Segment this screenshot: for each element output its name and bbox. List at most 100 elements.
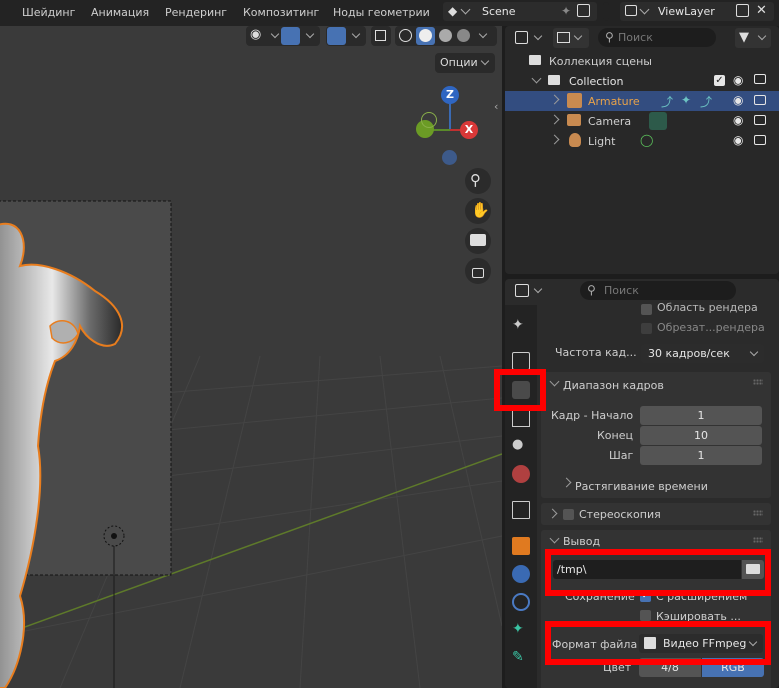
menu-rendering[interactable]: Рендеринг xyxy=(165,6,227,19)
eye-icon[interactable]: ◉ xyxy=(733,93,743,107)
render-tab-icon[interactable] xyxy=(512,352,530,370)
frame-step-field[interactable]: 1 xyxy=(640,446,762,465)
render-camera-icon[interactable] xyxy=(754,115,766,125)
collection-tab-icon[interactable] xyxy=(512,501,530,519)
bone-tab-icon[interactable]: ✎ xyxy=(512,649,530,667)
stereoscopy-panel[interactable]: Стереоскопия xyxy=(541,503,771,525)
new-scene-icon[interactable] xyxy=(577,4,590,17)
chevron-down-icon xyxy=(351,29,361,39)
expand-icon[interactable] xyxy=(561,477,572,488)
expand-icon[interactable] xyxy=(531,73,542,84)
outliner-item-armature[interactable]: Armature ⤴ ✦ ⤴ ◉ xyxy=(505,91,779,111)
chevron-down-icon xyxy=(478,29,488,39)
close-icon[interactable]: ✕ xyxy=(756,3,767,18)
camera-icon xyxy=(567,114,581,126)
lock-view-button[interactable] xyxy=(465,258,491,284)
object-tab-icon[interactable] xyxy=(512,537,530,555)
properties-editor-type[interactable] xyxy=(511,281,551,301)
frame-start-field[interactable]: 1 xyxy=(640,406,762,425)
top-menu-bar: Шейдинг Анимация Рендеринг Композитинг Н… xyxy=(0,0,779,26)
outliner-editor-type[interactable] xyxy=(511,28,551,48)
zoom-button[interactable]: ⚲ xyxy=(465,168,491,194)
modifier-tab-icon[interactable] xyxy=(512,565,530,583)
tool-tab-icon[interactable]: ✦ xyxy=(512,317,530,335)
xray-button[interactable] xyxy=(371,26,391,46)
highlight-file-format xyxy=(545,621,771,665)
display-mode-dropdown[interactable] xyxy=(553,28,589,48)
rendered-shading-icon[interactable] xyxy=(457,29,470,42)
crop-region-checkbox[interactable] xyxy=(641,323,652,334)
eye-icon[interactable]: ◉ xyxy=(733,73,743,87)
material-shading-icon[interactable] xyxy=(439,29,452,42)
scene-tab-icon[interactable]: ● xyxy=(512,437,530,455)
filter-dropdown[interactable]: ▼ xyxy=(735,28,771,48)
search-placeholder: Поиск xyxy=(618,31,653,44)
wireframe-shading-icon[interactable] xyxy=(399,29,412,42)
chevron-down-icon xyxy=(480,56,490,66)
pose-tab-icon[interactable]: ✦ xyxy=(512,621,530,639)
outliner-item-camera[interactable]: Camera ◉ xyxy=(505,111,779,131)
frame-start-label: Кадр - Начало xyxy=(551,409,634,422)
camera-data-icon[interactable] xyxy=(649,112,667,130)
expand-icon[interactable] xyxy=(549,134,560,145)
menu-compositing[interactable]: Композитинг xyxy=(243,6,319,19)
frame-rate-label: Частота кад... xyxy=(555,346,637,359)
3d-viewport[interactable]: ◉ Опции ‹ Z X ⚲ ✋ xyxy=(0,26,502,688)
camera-view-button[interactable] xyxy=(465,228,491,254)
world-tab-icon[interactable] xyxy=(512,465,530,483)
render-camera-icon[interactable] xyxy=(754,95,766,105)
light-data-icon[interactable]: ◯ xyxy=(640,133,653,147)
options-label: Опции xyxy=(440,56,478,69)
expand-icon[interactable] xyxy=(549,94,560,105)
render-camera-icon[interactable] xyxy=(754,135,766,145)
display-mode-icon xyxy=(557,32,570,43)
armature-data-icon[interactable]: ⤴ xyxy=(661,93,673,110)
expand-icon[interactable] xyxy=(547,508,558,519)
collection-row[interactable]: Collection ✓ ◉ xyxy=(505,71,779,91)
drag-handle-icon[interactable] xyxy=(753,537,763,543)
menu-animation[interactable]: Анимация xyxy=(91,6,149,19)
view-layer-tab-icon[interactable] xyxy=(512,409,530,427)
gizmo-z-axis[interactable]: Z xyxy=(441,86,459,104)
frame-range-header[interactable]: Диапазон кадров xyxy=(563,379,664,392)
drag-handle-icon[interactable] xyxy=(753,510,763,516)
outliner-panel: ⚲ Поиск ▼ Коллекция сцены Collection ✓ ◉… xyxy=(505,26,779,274)
overlays-button[interactable] xyxy=(326,26,366,46)
view-layer-icon xyxy=(625,5,637,16)
scene-selector[interactable]: ◆ Scene ✦ xyxy=(443,2,597,21)
gizmo-neg-y[interactable] xyxy=(421,112,437,128)
gizmo-toggle-button[interactable] xyxy=(280,26,320,46)
properties-search-input[interactable]: ⚲ Поиск xyxy=(580,281,736,300)
view-layer-selector[interactable]: ViewLayer ✕ xyxy=(620,2,774,21)
eye-icon[interactable]: ◉ xyxy=(733,133,743,147)
action-icon[interactable]: ⤴ xyxy=(700,93,712,110)
drag-handle-icon[interactable] xyxy=(753,379,763,385)
collapse-icon[interactable] xyxy=(549,376,560,387)
render-camera-icon[interactable] xyxy=(754,74,766,84)
stereoscopy-checkbox[interactable] xyxy=(563,509,574,520)
menu-shading[interactable]: Шейдинг xyxy=(22,6,75,19)
render-region-checkbox[interactable] xyxy=(641,304,652,315)
pan-button[interactable]: ✋ xyxy=(465,198,491,224)
time-stretch-label[interactable]: Растягивание времени xyxy=(575,480,708,493)
collapse-icon[interactable] xyxy=(549,533,560,544)
gizmo-x-axis[interactable]: X xyxy=(460,121,478,139)
outliner-item-light[interactable]: Light ◯ ◉ xyxy=(505,131,779,151)
pose-icon[interactable]: ✦ xyxy=(681,93,691,107)
new-view-layer-icon[interactable] xyxy=(736,4,749,17)
expand-icon[interactable] xyxy=(549,114,560,125)
physics-tab-icon[interactable] xyxy=(512,593,530,611)
eye-icon[interactable]: ◉ xyxy=(733,113,743,127)
options-dropdown[interactable]: Опции xyxy=(435,53,495,73)
frame-rate-dropdown[interactable]: 30 кадров/сек xyxy=(641,344,764,363)
outliner-icon xyxy=(515,31,528,44)
outliner-search-input[interactable]: ⚲ Поиск xyxy=(598,28,716,47)
frame-end-field[interactable]: 10 xyxy=(640,426,762,445)
menu-geometry-nodes[interactable]: Ноды геометрии xyxy=(333,6,430,19)
pin-icon[interactable]: ✦ xyxy=(561,4,571,18)
output-header[interactable]: Вывод xyxy=(563,535,600,548)
cache-result-checkbox[interactable] xyxy=(640,610,651,621)
exclude-checkbox[interactable]: ✓ xyxy=(714,75,725,86)
gizmo-neg-z[interactable] xyxy=(442,150,457,165)
scene-collection-row[interactable]: Коллекция сцены xyxy=(505,51,779,71)
